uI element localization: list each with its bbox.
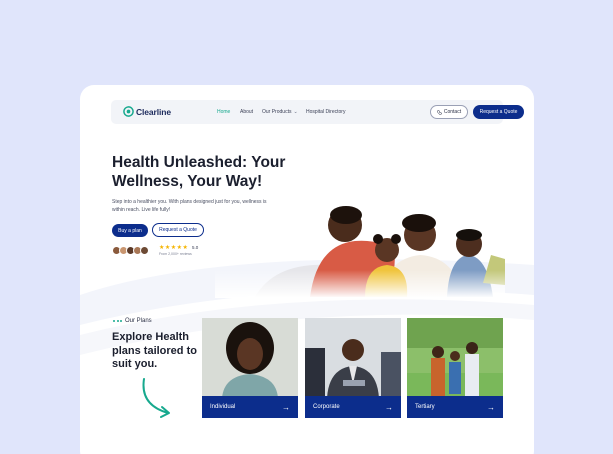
nav-link-hospital-directory[interactable]: Hospital Directory (306, 109, 345, 115)
individual-plan-photo (202, 318, 298, 398)
nav-link-our-products-label: Our Products (262, 109, 292, 115)
arrow-right-icon: → (385, 402, 393, 412)
nav-link-home[interactable]: Home (217, 109, 230, 115)
logo-mark-icon (123, 106, 134, 117)
phone-icon (437, 109, 442, 115)
request-quote-button[interactable]: Request a Quote (152, 223, 204, 237)
corporate-plan-photo (305, 318, 401, 398)
top-navigation: Clearline Home About Our Products ⌄ Hospi… (111, 100, 524, 124)
plans-tag: Our Plans (113, 318, 152, 324)
rating-value: 5.0 (192, 245, 199, 250)
contact-button[interactable]: Contact (430, 105, 468, 119)
dots-icon (113, 320, 122, 322)
plan-label: Individual (210, 404, 236, 410)
rating-note: From 2,000+ reviews (159, 252, 192, 256)
plan-label: Tertiary (415, 404, 435, 410)
website-preview-card: Clearline Home About Our Products ⌄ Hospi… (80, 85, 534, 454)
plan-card-footer: Tertiary → (407, 396, 503, 418)
plans-tag-label: Our Plans (125, 318, 152, 324)
nav-link-our-products[interactable]: Our Products ⌄ (262, 109, 298, 115)
plan-card-corporate[interactable]: Corporate → (305, 318, 401, 418)
logo-text: Clearline (136, 106, 172, 117)
nav-link-about[interactable]: About (240, 109, 253, 115)
plan-label: Corporate (313, 404, 340, 410)
plan-card-footer: Corporate → (305, 396, 401, 418)
hero-image-fade (215, 270, 505, 298)
plan-card-tertiary[interactable]: Tertiary → (407, 318, 503, 418)
logo[interactable]: Clearline (123, 106, 171, 117)
arrow-right-icon: → (282, 402, 290, 412)
plan-card-footer: Individual → (202, 396, 298, 418)
request-quote-nav-button[interactable]: Request a Quote (473, 105, 524, 119)
chevron-down-icon: ⌄ (293, 109, 298, 115)
plans-title: Explore Health plans tailored to suit yo… (112, 331, 197, 370)
plan-card-individual[interactable]: Individual → (202, 318, 298, 418)
arrow-right-icon: → (487, 402, 495, 412)
avatar (140, 246, 149, 255)
buy-plan-button[interactable]: Buy a plan (112, 224, 148, 237)
rating-stars: ★★★★★ (159, 245, 189, 251)
curved-arrow-icon (142, 378, 170, 418)
reviewer-avatars (112, 246, 149, 255)
tertiary-plan-photo (407, 318, 503, 398)
contact-label: Contact (443, 109, 462, 115)
